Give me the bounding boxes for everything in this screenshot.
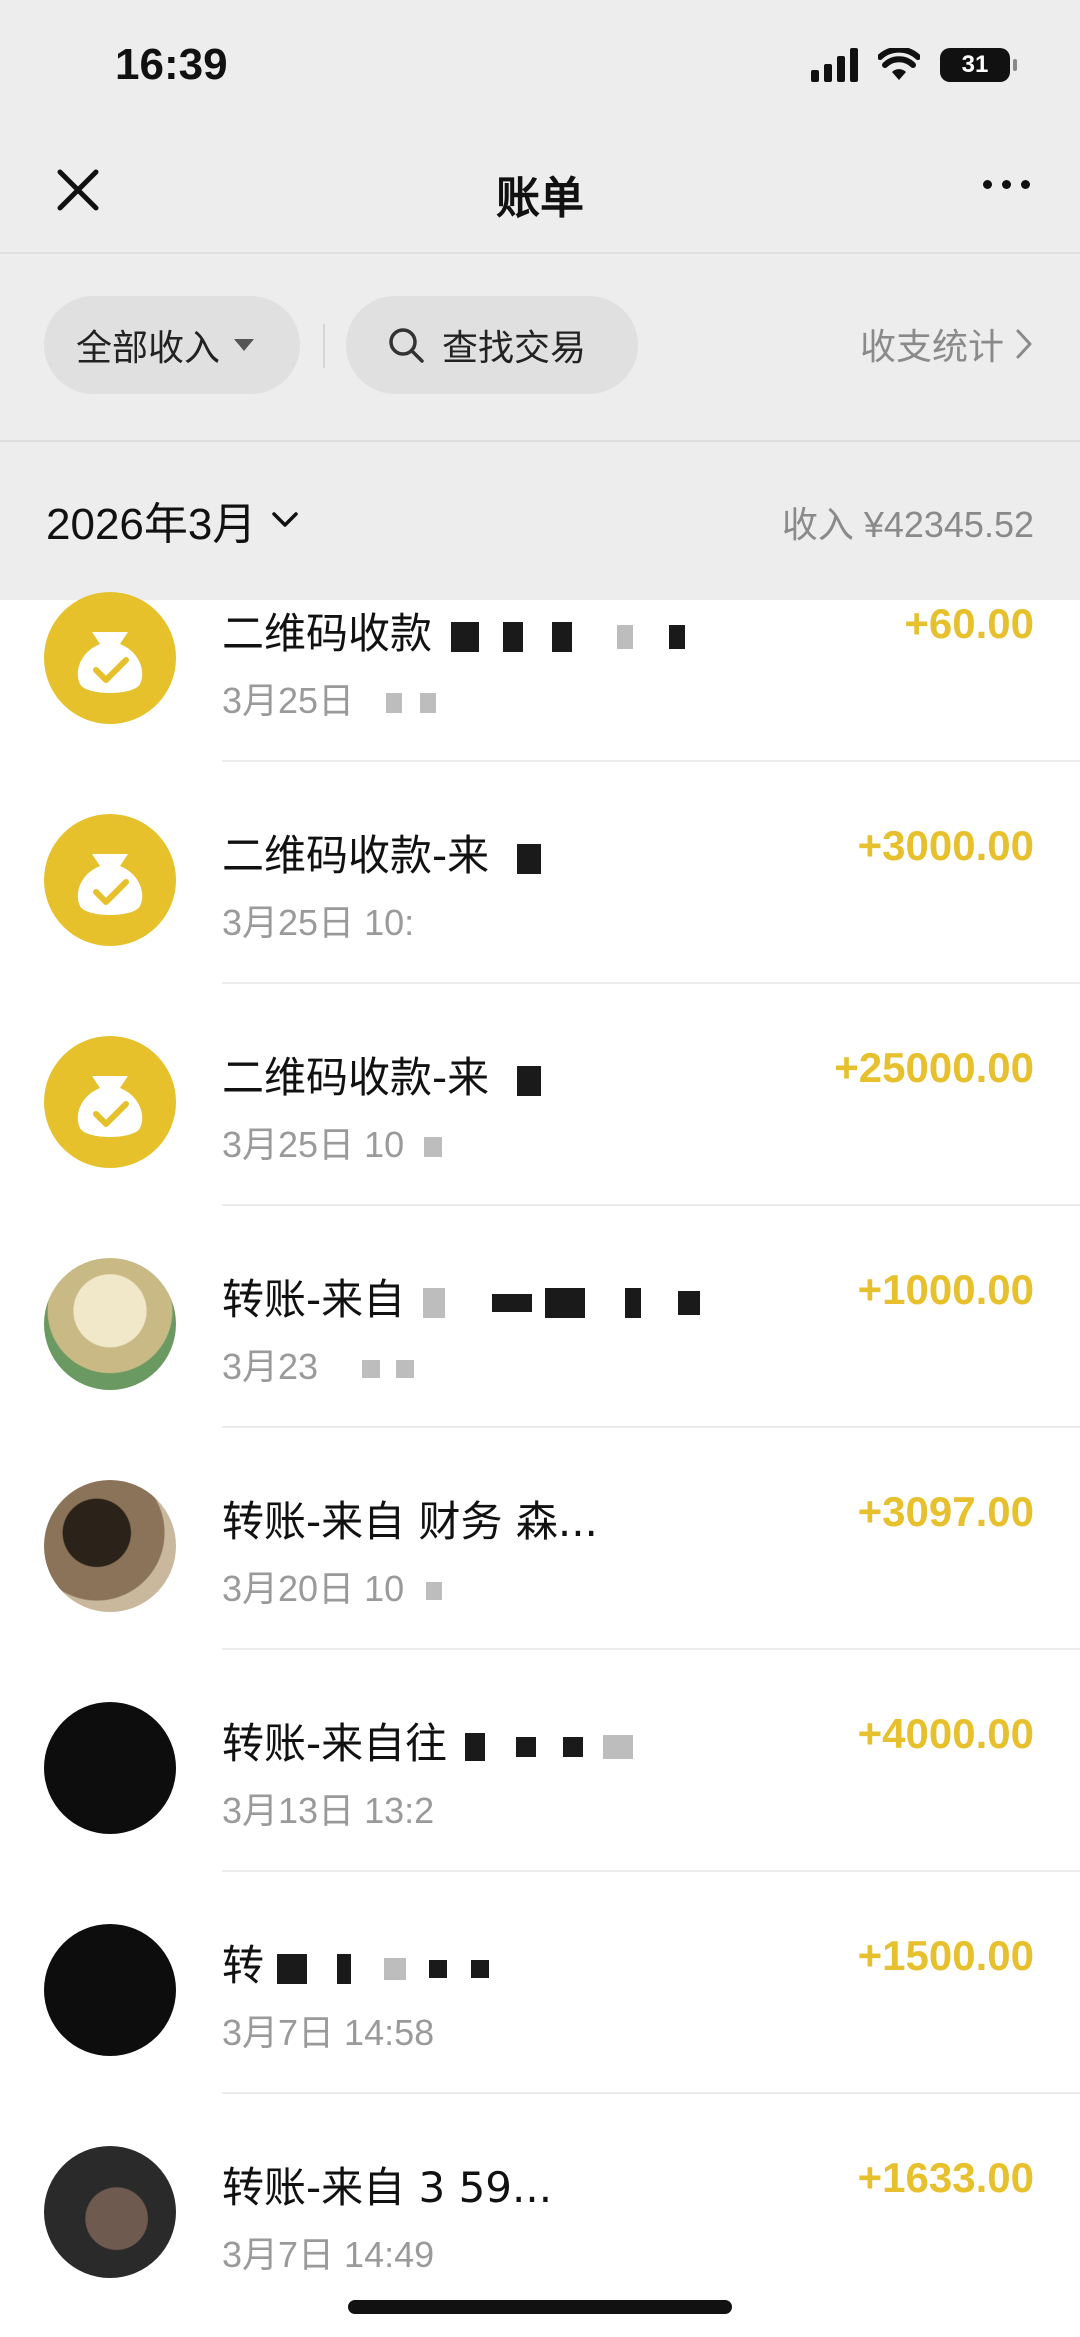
status-icons: 31 <box>811 48 1017 82</box>
income-filter-dropdown[interactable]: 全部收入 <box>44 296 300 394</box>
wifi-icon <box>878 48 920 80</box>
transaction-time: 3月25日 10 <box>222 1116 443 1168</box>
transaction-amount: +60.00 <box>904 600 1034 647</box>
transaction-row[interactable]: 转账-来自 3月23 +1000.00 <box>0 1206 1080 1428</box>
income-filter-label: 全部收入 <box>76 328 221 369</box>
search-icon <box>389 328 424 363</box>
avatar <box>44 1702 176 1834</box>
transaction-amount: +1000.00 <box>857 1266 1034 1313</box>
transaction-title: 转账-来自往 <box>222 1710 633 1771</box>
money-bag-icon <box>44 592 176 724</box>
status-time: 16:39 <box>115 40 228 89</box>
transaction-title: 转账-来自 <box>222 1266 700 1327</box>
status-bar: 16:39 31 <box>0 0 1080 140</box>
transaction-time: 3月23 <box>222 1338 415 1390</box>
chevron-right-icon <box>1016 329 1032 359</box>
transaction-time: 3月25日 10: <box>222 902 415 943</box>
avatar <box>44 1480 176 1612</box>
transaction-time: 3月7日 14:58 <box>222 2012 435 2053</box>
transaction-title: 转账-来自 3 59... <box>222 2163 553 2212</box>
transaction-time: 3月13日 13:2 <box>222 1790 435 1831</box>
battery-level: 31 <box>961 51 989 78</box>
transaction-amount: +25000.00 <box>834 1044 1034 1091</box>
page-title: 账单 <box>496 173 584 224</box>
money-bag-icon <box>44 1036 176 1168</box>
transaction-row[interactable]: 转账-来自 3 59... 3月7日 14:49 +1633.00 <box>0 2094 1080 2316</box>
battery-icon: 31 <box>940 48 1017 82</box>
transaction-row[interactable]: 转 3月7日 14:58 +1500.00 <box>0 1872 1080 2094</box>
chevron-down-icon <box>272 512 299 527</box>
stats-label: 收支统计 <box>859 327 1004 368</box>
transaction-time: 3月7日 14:49 <box>222 2234 435 2275</box>
transaction-row[interactable]: 转账-来自往 3月13日 13:2 +4000.00 <box>0 1650 1080 1872</box>
cellular-signal-icon <box>811 48 858 82</box>
transaction-amount: +4000.00 <box>857 1710 1034 1757</box>
money-bag-icon <box>44 814 176 946</box>
avatar <box>44 1924 176 2056</box>
transaction-row[interactable]: 二维码收款-来 3月25日 10 +25000.00 <box>0 984 1080 1206</box>
stats-link[interactable]: 收支统计 <box>860 318 1034 370</box>
avatar <box>44 1258 176 1390</box>
transaction-title: 转账-来自 财务 森... <box>222 1497 598 1546</box>
header-area: 16:39 31 账单 全部收入 查找交易 收支统计 2026年3月 收入 ¥4… <box>0 0 1080 600</box>
transaction-amount: +3000.00 <box>857 822 1034 869</box>
search-transactions-button[interactable]: 查找交易 <box>346 296 638 394</box>
transaction-amount: +1633.00 <box>857 2154 1034 2201</box>
caret-down-icon <box>234 339 255 351</box>
transaction-title: 二维码收款 <box>222 600 685 661</box>
transaction-title: 二维码收款-来 <box>222 822 541 883</box>
transaction-amount: +1500.00 <box>857 1932 1034 1979</box>
transaction-time: 3月20日 10 <box>222 1560 443 1612</box>
transaction-amount: +3097.00 <box>857 1488 1034 1535</box>
transaction-row[interactable]: 二维码收款 3月25日 +60.00 <box>0 540 1080 762</box>
transaction-title: 转 <box>222 1932 489 1993</box>
divider <box>323 324 325 368</box>
nav-bar: 账单 <box>0 140 1080 252</box>
divider <box>0 252 1080 254</box>
more-icon[interactable] <box>983 180 1030 189</box>
transaction-row[interactable]: 二维码收款-来 3月25日 10: +3000.00 <box>0 762 1080 984</box>
filter-bar: 全部收入 查找交易 收支统计 <box>0 296 1080 396</box>
home-indicator <box>348 2300 732 2314</box>
search-label: 查找交易 <box>442 328 587 369</box>
transaction-title: 二维码收款-来 <box>222 1044 541 1105</box>
avatar <box>44 2146 176 2278</box>
transaction-time: 3月25日 <box>222 672 437 724</box>
transaction-row[interactable]: 转账-来自 财务 森... 3月20日 10 +3097.00 <box>0 1428 1080 1650</box>
